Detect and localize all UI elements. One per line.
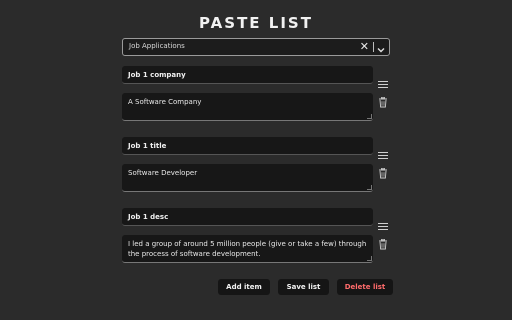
item-content-textarea[interactable]: Software Developer	[122, 164, 373, 192]
add-item-button[interactable]: Add item	[218, 279, 270, 295]
drag-handle-icon[interactable]	[378, 81, 388, 89]
drag-handle-icon[interactable]	[378, 223, 388, 231]
trash-icon[interactable]	[378, 235, 388, 250]
page-title: PASTE LIST	[199, 14, 313, 32]
list-select-dropdown[interactable]: Job Applications ✕	[122, 38, 390, 56]
item-content-textarea[interactable]: A Software Company	[122, 93, 373, 121]
trash-icon[interactable]	[378, 93, 388, 108]
clear-selection-icon[interactable]: ✕	[360, 39, 369, 55]
item-title-input[interactable]: Job 1 company	[122, 66, 373, 84]
item-content-text: A Software Company	[128, 98, 202, 106]
list-select-value: Job Applications	[129, 42, 185, 50]
resize-handle-icon[interactable]	[367, 114, 372, 119]
trash-icon[interactable]	[378, 164, 388, 179]
dropdown-separator	[373, 42, 374, 52]
paste-list-page: PASTE LIST Job Applications ✕ Job 1 comp…	[0, 0, 512, 320]
chevron-down-icon[interactable]	[376, 41, 386, 53]
item-title-input[interactable]: Job 1 desc	[122, 208, 373, 226]
item-content-text: Software Developer	[128, 169, 198, 177]
item-title-input[interactable]: Job 1 title	[122, 137, 373, 155]
item-content-text: I led a group of around 5 million people…	[128, 240, 367, 258]
resize-handle-icon[interactable]	[367, 256, 372, 261]
save-list-button[interactable]: Save list	[278, 279, 329, 295]
resize-handle-icon[interactable]	[367, 185, 372, 190]
item-content-textarea[interactable]: I led a group of around 5 million people…	[122, 235, 373, 263]
delete-list-button[interactable]: Delete list	[337, 279, 393, 295]
drag-handle-icon[interactable]	[378, 152, 388, 160]
